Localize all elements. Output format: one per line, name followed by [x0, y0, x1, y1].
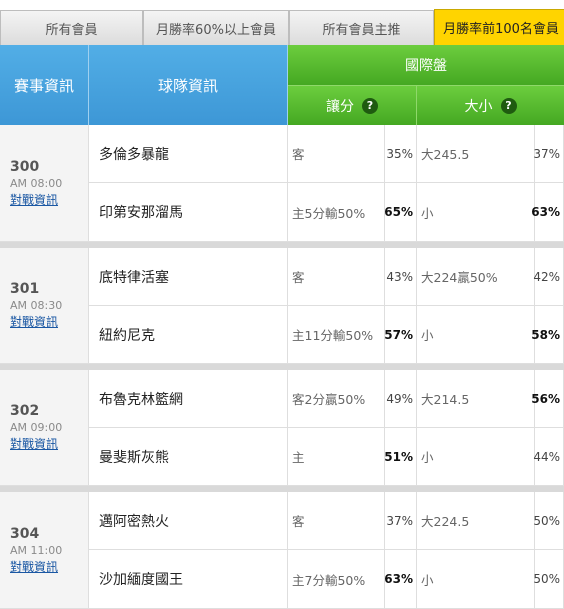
game-info: 301 AM 08:30 對戰資訊: [0, 248, 89, 364]
handicap-percent: 43%: [385, 248, 417, 306]
over-under-percent: 63%: [531, 183, 564, 242]
matchup-info-link[interactable]: 對戰資訊: [10, 191, 58, 208]
header-team-info-label: 球隊資訊: [157, 76, 218, 95]
game-info: 300 AM 08:00 對戰資訊: [0, 125, 89, 242]
header-event-info: 賽事資訊: [0, 45, 89, 125]
game-info: 302 AM 09:00 對戰資訊: [0, 370, 89, 486]
handicap-percent: 65%: [384, 183, 417, 242]
team-name[interactable]: 紐約尼克: [89, 306, 288, 364]
header-event-info-label: 賽事資訊: [13, 76, 74, 95]
header-handicap: 讓分 ?: [288, 86, 417, 125]
header-intl-market: 國際盤: [288, 45, 564, 86]
game-number: 300: [10, 158, 40, 175]
over-under-line: 小: [417, 306, 535, 364]
header-handicap-label: 讓分: [326, 98, 354, 115]
matchup-info-link[interactable]: 對戰資訊: [10, 435, 58, 452]
game-time: AM 09:00: [10, 421, 63, 434]
over-under-percent: 44%: [533, 428, 564, 486]
over-under-percent: 56%: [531, 370, 564, 428]
member-filter-tabs: 所有會員 月勝率60%以上會員 所有會員主推 月勝率前100名會員: [0, 0, 564, 45]
handicap-percent: 49%: [385, 370, 417, 428]
over-under-line: 大224贏50%: [417, 248, 535, 306]
handicap-line: 客2分贏50%: [288, 370, 385, 428]
over-under-percent: 42%: [533, 248, 564, 306]
tab-all-members[interactable]: 所有會員: [0, 10, 143, 45]
over-under-line: 大224.5: [417, 492, 535, 550]
handicap-line: 主7分輸50%: [288, 550, 385, 609]
game-time: AM 11:00: [10, 543, 63, 557]
over-under-percent: 50%: [533, 550, 564, 609]
handicap-percent: 51%: [384, 428, 417, 486]
game-number: 304: [10, 525, 40, 542]
handicap-line: 主: [288, 428, 385, 486]
handicap-line: 主11分輸50%: [288, 306, 385, 364]
header-over-under: 大小 ?: [417, 86, 564, 125]
game-number: 301: [10, 281, 40, 297]
over-under-percent: 50%: [533, 492, 564, 550]
help-icon[interactable]: ?: [362, 97, 378, 114]
handicap-percent: 63%: [384, 550, 417, 609]
team-name[interactable]: 邁阿密熱火: [89, 492, 288, 550]
handicap-percent: 57%: [384, 306, 417, 364]
over-under-line: 大214.5: [417, 370, 535, 428]
game-number: 302: [10, 403, 40, 419]
game-time: AM 08:00: [10, 176, 63, 190]
over-under-line: 小: [417, 428, 535, 486]
over-under-line: 大245.5: [417, 125, 535, 183]
handicap-line: 客: [288, 248, 385, 306]
tab-members-60pct[interactable]: 月勝率60%以上會員: [143, 10, 289, 45]
handicap-percent: 37%: [385, 492, 417, 550]
header-intl-market-label: 國際盤: [405, 58, 447, 74]
over-under-line: 小: [417, 183, 535, 242]
handicap-line: 主5分輸50%: [288, 183, 385, 242]
team-name[interactable]: 多倫多暴龍: [89, 125, 288, 183]
help-icon[interactable]: ?: [500, 97, 517, 114]
team-name[interactable]: 沙加緬度國王: [89, 550, 288, 609]
over-under-line: 小: [417, 550, 535, 609]
game-time: AM 08:30: [10, 299, 63, 312]
matchup-info-link[interactable]: 對戰資訊: [10, 313, 58, 330]
header-team-info: 球隊資訊: [89, 45, 288, 125]
handicap-line: 客: [288, 125, 385, 183]
tab-all-members-picks[interactable]: 所有會員主推: [289, 10, 434, 45]
over-under-percent: 37%: [533, 125, 564, 183]
over-under-percent: 58%: [531, 306, 564, 364]
handicap-percent: 35%: [385, 125, 417, 183]
team-name[interactable]: 布魯克林籃網: [89, 370, 288, 428]
matchup-info-link[interactable]: 對戰資訊: [10, 558, 58, 575]
team-name[interactable]: 曼斐斯灰熊: [89, 428, 288, 486]
header-over-under-label: 大小: [464, 98, 493, 115]
team-name[interactable]: 印第安那溜馬: [89, 183, 288, 242]
tab-top100-members[interactable]: 月勝率前100名會員: [434, 9, 564, 45]
game-info: 304 AM 11:00 對戰資訊: [0, 492, 89, 609]
handicap-line: 客: [288, 492, 385, 550]
team-name[interactable]: 底特律活塞: [89, 248, 288, 306]
